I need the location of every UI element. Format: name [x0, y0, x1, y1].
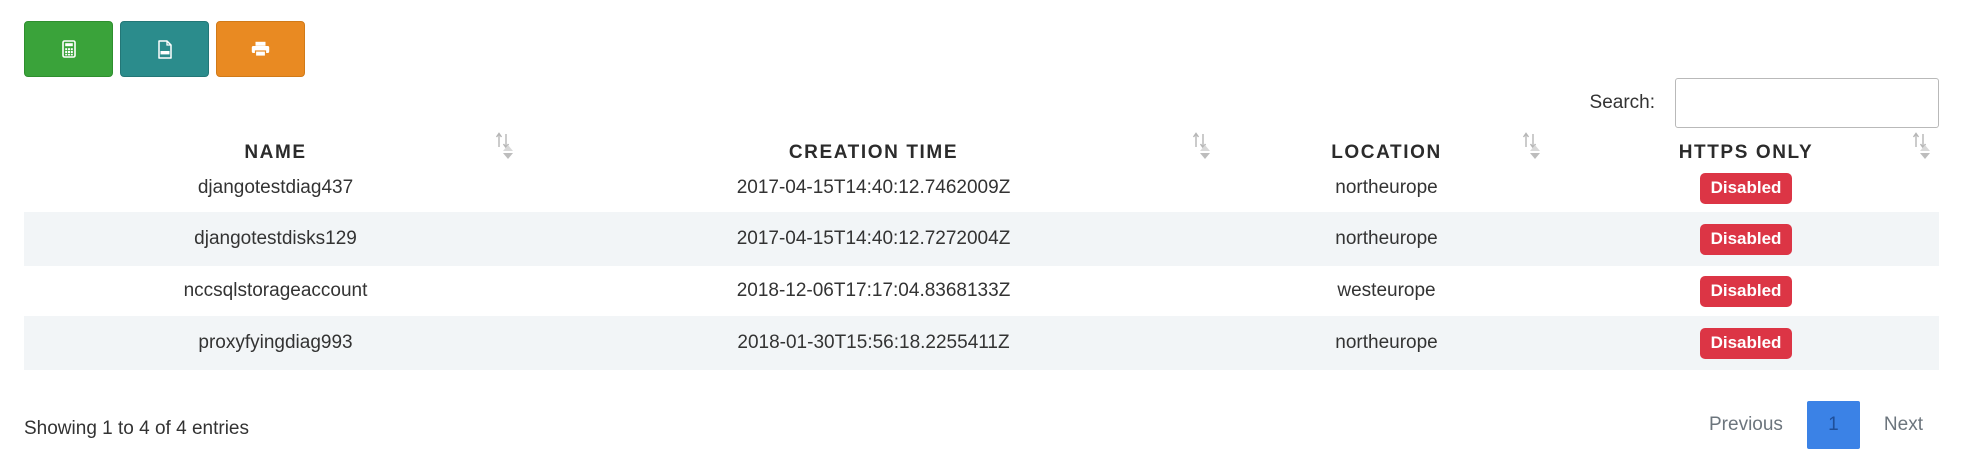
column-header-location[interactable]: LOCATION [1220, 128, 1553, 168]
cell-creation-time: 2018-12-06T17:17:04.8368133Z [736, 280, 1011, 301]
previous-page-button[interactable]: Previous [1689, 401, 1803, 449]
cell-creation-time: 2018-01-30T15:56:18.2255411Z [527, 316, 1220, 370]
pagination: Previous 1 Next [1689, 401, 1943, 449]
cell-creation-time: 2017-04-15T14:40:12.7272004Z [527, 212, 1220, 266]
table-info: Showing 1 to 4 of 4 entries [24, 418, 249, 439]
search-label: Search: [1589, 92, 1655, 113]
cell-https-only: Disabled [1553, 316, 1939, 370]
column-header-creation-time[interactable]: CREATION TIME [527, 128, 1220, 168]
status-badge: Disabled [1699, 223, 1793, 255]
cell-https-only: Disabled [1553, 212, 1939, 266]
cell-name: proxyfyingdiag993 [24, 316, 527, 370]
column-header-https-only[interactable]: HTTPS ONLY [1553, 128, 1939, 168]
export-toolbar [24, 21, 305, 77]
sort-icon [1191, 130, 1211, 164]
printer-icon [251, 41, 270, 57]
cell-creation-time: 2017-04-15T14:40:12.7462009Z [736, 177, 1011, 198]
table-header-row: NAME CREATION TIME LOCATION HTTPS ONLY [24, 128, 1939, 168]
column-header-label: CREATION TIME [788, 142, 959, 163]
storage-accounts-page: Search: NAME CREATION TIME LOCATION HTTP… [0, 0, 1963, 472]
csv-file-icon [157, 39, 172, 59]
sort-icon [1521, 130, 1541, 164]
cell-location: westeurope [1337, 280, 1436, 301]
page-1-button[interactable]: 1 [1806, 401, 1860, 449]
next-page-button[interactable]: Next [1864, 401, 1943, 449]
column-header-label: NAME [244, 142, 307, 163]
sort-icon [1911, 130, 1931, 164]
search-box: Search: [1590, 78, 1939, 128]
cell-https-only: Disabled [1553, 168, 1939, 212]
cell-https-only: Disabled [1553, 266, 1939, 316]
print-button[interactable] [216, 21, 305, 77]
table-row: djangotestdisks129 2017-04-15T14:40:12.7… [24, 212, 1939, 266]
table-row: nccsqlstorageaccount 2018-12-06T17:17:04… [24, 266, 1939, 316]
column-header-name[interactable]: NAME [24, 128, 527, 168]
cell-location: northeurope [1335, 177, 1438, 198]
cell-name: djangotestdisks129 [24, 212, 527, 266]
cell-location: northeurope [1220, 212, 1553, 266]
status-badge: Disabled [1699, 275, 1793, 307]
cell-name: djangotestdiag437 [197, 177, 354, 198]
status-badge: Disabled [1699, 327, 1793, 359]
export-csv-button[interactable] [120, 21, 209, 77]
column-header-label: HTTPS ONLY [1678, 142, 1814, 163]
table-row: proxyfyingdiag993 2018-01-30T15:56:18.22… [24, 316, 1939, 370]
sort-icon [494, 130, 514, 164]
calculator-icon [61, 40, 76, 58]
cell-name: nccsqlstorageaccount [183, 280, 368, 301]
calculator-button[interactable] [24, 21, 113, 77]
column-header-label: LOCATION [1331, 142, 1442, 163]
cell-location: northeurope [1220, 316, 1553, 370]
search-input[interactable] [1675, 78, 1939, 128]
status-badge: Disabled [1699, 172, 1793, 204]
table-row: djangotestdiag437 2017-04-15T14:40:12.74… [24, 168, 1939, 212]
storage-accounts-table: NAME CREATION TIME LOCATION HTTPS ONLY d… [24, 128, 1939, 370]
